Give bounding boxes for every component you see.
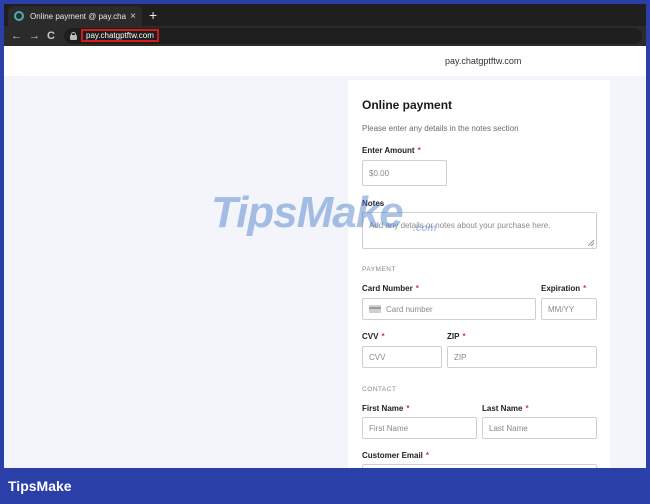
lock-icon[interactable]	[70, 32, 77, 40]
footer-brand: TipsMake	[8, 478, 72, 494]
back-button[interactable]: ←	[11, 28, 22, 44]
site-header: pay.chatgptftw.com	[4, 46, 646, 76]
notes-field[interactable]: Add any details or notes about your purc…	[362, 212, 597, 249]
payment-form: Online payment Please enter any details …	[348, 80, 610, 468]
tab-bar: Online payment @ pay.chatgptft × +	[4, 4, 646, 26]
credit-card-icon	[369, 305, 381, 313]
resize-handle-icon[interactable]	[588, 240, 594, 246]
cvv-field[interactable]: CVV	[362, 346, 442, 368]
notes-label: Notes	[362, 199, 385, 208]
address-bar: ← → C pay.chatgptftw.com	[4, 26, 646, 46]
page-title: Online payment	[362, 98, 453, 112]
payment-section-label: PAYMENT	[362, 266, 396, 273]
browser-tab[interactable]: Online payment @ pay.chatgptft ×	[8, 6, 142, 26]
card-number-field[interactable]: Card number	[362, 298, 536, 320]
amount-label: Enter Amount *	[362, 146, 421, 155]
last-name-label: Last Name *	[482, 404, 529, 413]
tab-close-button[interactable]: ×	[130, 11, 136, 22]
expiration-label: Expiration *	[541, 284, 587, 293]
favicon-icon	[14, 11, 24, 21]
zip-field[interactable]: ZIP	[447, 346, 597, 368]
expiration-field[interactable]: MM/YY	[541, 298, 597, 320]
reload-button[interactable]: C	[47, 28, 55, 44]
email-label: Customer Email *	[362, 451, 430, 460]
notes-placeholder: Add any details or notes about your purc…	[369, 221, 551, 230]
zip-label: ZIP *	[447, 332, 466, 341]
forward-button[interactable]: →	[29, 28, 40, 44]
payment-page: pay.chatgptftw.com Online payment Please…	[4, 46, 646, 468]
url-input[interactable]: pay.chatgptftw.com	[64, 28, 642, 44]
email-field[interactable]	[362, 464, 597, 468]
new-tab-button[interactable]: +	[149, 6, 157, 24]
browser-window: Online payment @ pay.chatgptft × + ← → C…	[4, 4, 646, 468]
card-number-placeholder: Card number	[386, 304, 433, 314]
amount-field[interactable]: $0.00	[362, 160, 447, 186]
cvv-label: CVV *	[362, 332, 385, 341]
url-text[interactable]: pay.chatgptftw.com	[81, 29, 159, 42]
contact-section-label: CONTACT	[362, 386, 397, 393]
first-name-field[interactable]: First Name	[362, 417, 477, 439]
first-name-label: First Name *	[362, 404, 410, 413]
last-name-field[interactable]: Last Name	[482, 417, 597, 439]
tab-title: Online payment @ pay.chatgptft	[30, 11, 127, 21]
form-subtitle: Please enter any details in the notes se…	[362, 124, 519, 133]
site-domain: pay.chatgptftw.com	[445, 56, 522, 66]
card-number-label: Card Number *	[362, 284, 419, 293]
